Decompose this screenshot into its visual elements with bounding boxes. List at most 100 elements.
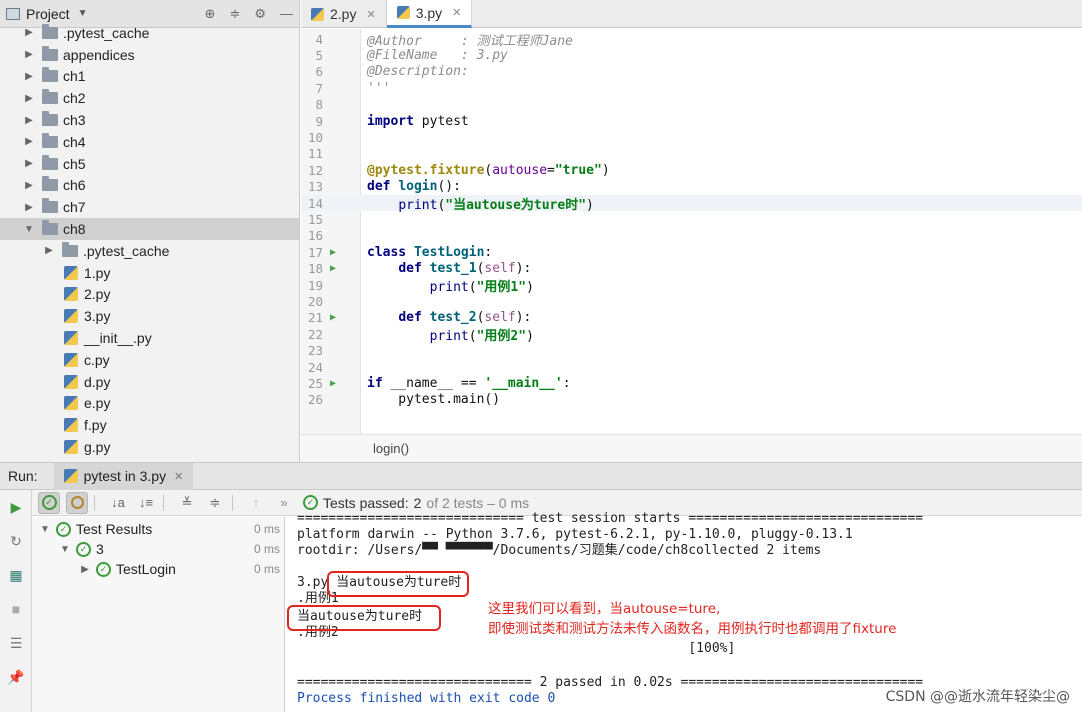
- code-text: print("用例1"): [429, 279, 534, 295]
- tree-folder[interactable]: ▶ appendices: [0, 44, 299, 66]
- code-line[interactable]: 15: [301, 211, 1082, 227]
- chevron-down-icon[interactable]: ▼: [38, 524, 52, 535]
- code-line[interactable]: 20: [301, 293, 1082, 309]
- tree-file[interactable]: e.py: [0, 393, 299, 415]
- tree-folder[interactable]: ▼ ch8: [0, 218, 299, 240]
- stop-icon[interactable]: ■: [0, 592, 32, 626]
- close-icon[interactable]: ✕: [452, 6, 461, 19]
- project-title[interactable]: Project: [26, 6, 70, 22]
- tree-folder[interactable]: ▶ ch4: [0, 131, 299, 153]
- code-line[interactable]: 24: [301, 359, 1082, 375]
- breadcrumb[interactable]: login(): [301, 434, 1082, 462]
- code-line[interactable]: 9 import pytest: [301, 113, 1082, 129]
- run-gutter-icon[interactable]: ▶: [323, 263, 343, 274]
- code-editor[interactable]: 4 @Author : 测试工程师Jane 5 @FileName : 3.py 6 @D…: [301, 29, 1082, 434]
- chevron-down-icon[interactable]: ▼: [58, 544, 72, 555]
- code-line[interactable]: 11: [301, 146, 1082, 162]
- chevron-right-icon[interactable]: ▶: [42, 245, 56, 256]
- chevron-down-icon[interactable]: ▼: [22, 224, 36, 235]
- tree-file[interactable]: 3.py: [0, 305, 299, 327]
- console-output[interactable]: ============================= test sessi…: [286, 511, 1082, 712]
- code-line[interactable]: 14 print("当autouse为ture时"): [301, 195, 1082, 213]
- rerun-failed-icon[interactable]: ↻: [0, 524, 32, 558]
- chevron-right-icon[interactable]: ▶: [22, 158, 36, 169]
- collapse-all-icon[interactable]: ≑: [229, 6, 240, 22]
- sort-alpha-icon[interactable]: ↓a: [107, 492, 129, 514]
- chevron-right-icon[interactable]: ▶: [22, 93, 36, 104]
- code-line[interactable]: 18 ▶ def test_1(self):: [301, 261, 1082, 277]
- code-line[interactable]: 22 print("用例2"): [301, 326, 1082, 344]
- tree-folder[interactable]: ▶ ch2: [0, 87, 299, 109]
- code-line[interactable]: 12 @pytest.fixture(autouse="true"): [301, 162, 1082, 178]
- code-line[interactable]: 4 @Author : 测试工程师Jane: [301, 31, 1082, 49]
- code-line[interactable]: 13 def login():: [301, 179, 1082, 195]
- tree-folder[interactable]: ▶ ch1: [0, 66, 299, 88]
- collapse-all-icon[interactable]: ≑: [204, 492, 226, 514]
- tree-folder[interactable]: ▶ .pytest_cache: [0, 240, 299, 262]
- close-icon[interactable]: ✕: [366, 8, 375, 21]
- code-line[interactable]: 5 @FileName : 3.py: [301, 47, 1082, 63]
- code-line[interactable]: 17 ▶ class TestLogin:: [301, 244, 1082, 260]
- code-line[interactable]: 19 print("用例1"): [301, 277, 1082, 295]
- tree-file[interactable]: 1.py: [0, 262, 299, 284]
- show-passed-toggle[interactable]: ✓: [38, 491, 60, 514]
- sort-duration-icon[interactable]: ↓≡: [135, 492, 157, 514]
- code-line[interactable]: 23: [301, 343, 1082, 359]
- test-result-item[interactable]: ▼ ✓ Test Results 0 ms: [32, 519, 284, 539]
- chevron-right-icon[interactable]: ▶: [22, 27, 36, 38]
- tab-3-py[interactable]: 3.py ✕: [386, 0, 473, 28]
- tree-folder[interactable]: ▶ ch6: [0, 175, 299, 197]
- layout-icon[interactable]: ☰: [0, 626, 32, 660]
- chevron-down-icon[interactable]: ▼: [78, 8, 88, 19]
- coverage-icon[interactable]: ▦: [0, 558, 32, 592]
- tree-file[interactable]: __init__.py: [0, 327, 299, 349]
- code-line[interactable]: 21 ▶ def test_2(self):: [301, 310, 1082, 326]
- test-result-item[interactable]: ▶ ✓ TestLogin 0 ms: [32, 559, 284, 579]
- line-number: 7: [315, 80, 323, 96]
- tree-file[interactable]: g.py: [0, 436, 299, 458]
- code-line[interactable]: 7 ''': [301, 80, 1082, 96]
- locate-icon[interactable]: ⊕: [205, 6, 216, 22]
- folder-icon: [42, 176, 58, 192]
- code-line[interactable]: 25 ▶ if __name__ == '__main__':: [301, 375, 1082, 391]
- pin-icon[interactable]: 📌: [0, 660, 32, 694]
- tree-file[interactable]: f.py: [0, 414, 299, 436]
- code-line[interactable]: 10: [301, 129, 1082, 145]
- run-gutter-icon[interactable]: ▶: [323, 312, 343, 323]
- chevron-right-icon[interactable]: ▶: [22, 49, 36, 60]
- close-icon[interactable]: ✕: [174, 470, 183, 483]
- run-gutter-icon[interactable]: ▶: [323, 247, 343, 258]
- rerun-icon[interactable]: ▶: [0, 490, 32, 524]
- code-text: def test_2(self):: [398, 310, 532, 326]
- code-line[interactable]: 8: [301, 97, 1082, 113]
- watermark: CSDN @@逝水流年轻染尘@: [885, 689, 1070, 705]
- tree-folder[interactable]: ▶ .pytest_cache: [0, 22, 299, 44]
- tab-2-py[interactable]: 2.py ✕: [301, 0, 387, 28]
- gear-icon[interactable]: ⚙: [254, 6, 266, 22]
- previous-failed-icon[interactable]: ↑: [245, 492, 267, 514]
- code-line[interactable]: 6 @Description:: [301, 64, 1082, 80]
- expand-all-icon[interactable]: ≚: [176, 492, 198, 514]
- run-gutter-icon[interactable]: ▶: [323, 378, 343, 389]
- tree-file[interactable]: c.py: [0, 349, 299, 371]
- show-ignored-toggle[interactable]: [66, 491, 88, 514]
- tree-folder[interactable]: ▶ ch7: [0, 196, 299, 218]
- test-result-item[interactable]: ▼ ✓ 3 0 ms: [32, 539, 284, 559]
- tree-file[interactable]: d.py: [0, 371, 299, 393]
- breadcrumb-item[interactable]: login(): [373, 441, 409, 456]
- code-line[interactable]: 16: [301, 228, 1082, 244]
- chevron-right-icon[interactable]: ▶: [22, 136, 36, 147]
- run-tab[interactable]: pytest in 3.py ✕: [53, 462, 194, 490]
- chevron-right-icon[interactable]: ▶: [22, 202, 36, 213]
- more-icon[interactable]: »: [273, 492, 295, 514]
- tree-item-label: ch8: [63, 221, 86, 238]
- tree-file[interactable]: 2.py: [0, 284, 299, 306]
- tree-folder[interactable]: ▶ ch3: [0, 109, 299, 131]
- chevron-right-icon[interactable]: ▶: [78, 564, 92, 575]
- code-line[interactable]: 26 pytest.main(): [301, 392, 1082, 408]
- tree-folder[interactable]: ▶ ch5: [0, 153, 299, 175]
- minimize-icon[interactable]: —: [280, 6, 293, 22]
- chevron-right-icon[interactable]: ▶: [22, 71, 36, 82]
- chevron-right-icon[interactable]: ▶: [22, 115, 36, 126]
- chevron-right-icon[interactable]: ▶: [22, 180, 36, 191]
